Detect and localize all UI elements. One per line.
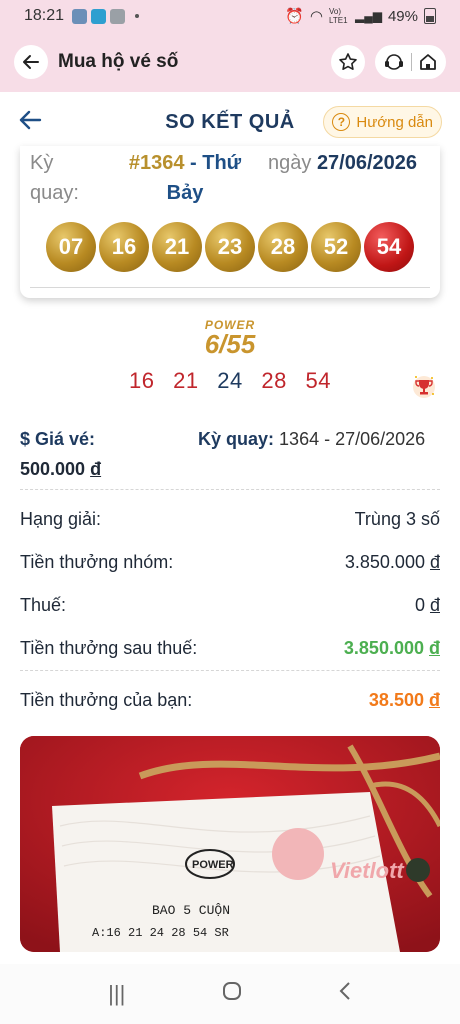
ticket-line-2: A:16 21 24 28 54 SR — [92, 926, 229, 940]
ticket-number-matched: 16 — [129, 368, 155, 393]
support-home-group — [375, 45, 446, 79]
ticket-number: 24 — [217, 368, 243, 393]
row-label: Tiền thưởng nhóm: — [20, 552, 174, 572]
back-nav-icon[interactable] — [338, 981, 352, 1007]
ticket-photo[interactable]: Vietlott POWER BAO 5 CUỘN A:16 21 24 28 … — [20, 736, 440, 952]
pill-divider — [411, 53, 412, 71]
row-label: Tiền thưởng của bạn: — [20, 690, 193, 710]
draw-result-card: Kỳ quay: #1364 - Thứ Bảy ngày 27/06/2026… — [20, 146, 440, 298]
help-label: Hướng dẫn — [356, 113, 433, 131]
draw-ref-value: 1364 - 27/06/2026 — [279, 429, 426, 449]
ticket-logo-text: POWER — [192, 859, 234, 871]
result-ball: 07 — [46, 222, 96, 272]
ticket-image: Vietlott POWER BAO 5 CUỘN A:16 21 24 28 … — [20, 736, 440, 952]
ticket-price: $ Giá vé: 500.000 đ — [20, 424, 101, 484]
trophy-icon — [413, 376, 435, 398]
ticket-number-matched: 54 — [305, 368, 331, 393]
chat-app-icon — [110, 8, 126, 24]
result-ball: 28 — [258, 222, 308, 272]
question-icon: ? — [332, 113, 351, 131]
group-prize-row: Tiền thưởng nhóm: 3.850.000 đ — [20, 541, 440, 584]
ticket-summary: $ Giá vé: 500.000 đ Kỳ quay: 1364 - 27/0… — [20, 418, 440, 490]
ticket-numbers: 16 21 24 28 54 — [0, 368, 460, 394]
battery-icon — [424, 8, 436, 24]
network-label: Vo) LTE1 — [329, 7, 348, 25]
notification-app-icon — [72, 8, 88, 24]
row-value: Trùng 3 số — [354, 509, 440, 529]
battery-percent: 49% — [387, 7, 418, 25]
row-unit: đ — [429, 638, 440, 658]
alarm-icon: ⏰ — [285, 8, 304, 25]
draw-ref-label: Kỳ quay: — [198, 429, 275, 449]
date-label: ngày — [268, 152, 312, 174]
row-unit: đ — [429, 552, 440, 572]
draw-number: #1364 — [128, 152, 185, 174]
prize-info: $ Giá vé: 500.000 đ Kỳ quay: 1364 - 27/0… — [20, 418, 440, 722]
app-title: Mua hộ vé số — [58, 51, 179, 72]
price-value: 500.000 — [20, 459, 86, 479]
home-nav-icon[interactable] — [222, 981, 242, 1007]
result-ball: 16 — [99, 222, 149, 272]
recent-apps-icon[interactable]: ||| — [108, 981, 125, 1007]
row-label: Tiền thưởng sau thuế: — [20, 638, 198, 658]
headset-icon[interactable] — [383, 52, 405, 72]
rows-divider — [20, 670, 440, 671]
circle-home-icon — [222, 982, 241, 1000]
result-ball: 23 — [205, 222, 255, 272]
wifi-icon: ◠ — [309, 8, 323, 25]
your-prize-value: 38.500 — [368, 690, 424, 710]
arrow-left-icon — [23, 55, 39, 69]
ticket-line-1: BAO 5 CUỘN — [152, 903, 230, 918]
draw-id: #1364 - Thứ Bảy — [110, 148, 260, 208]
result-ball: 21 — [152, 222, 202, 272]
ticket-number-matched: 21 — [173, 368, 199, 393]
signal-icon: ▂▄▆ — [355, 9, 382, 23]
help-button[interactable]: ? Hướng dẫn — [323, 106, 442, 138]
logo-main-text: 6/55 — [204, 329, 256, 359]
row-value: 0 — [414, 595, 425, 615]
arrow-left-icon — [19, 110, 42, 129]
favorite-button[interactable] — [331, 45, 365, 79]
star-icon — [339, 53, 357, 70]
status-bar: 18:21 ⏰ ◠ Vo) LTE1 ▂▄▆ 49% — [0, 0, 460, 32]
draw-date: ngày 27/06/2026 — [268, 148, 417, 178]
app-back-button[interactable] — [14, 45, 48, 79]
draw-info-row: Kỳ quay: #1364 - Thứ Bảy ngày 27/06/2026 — [30, 148, 430, 208]
prize-tier-row: Hạng giải: Trùng 3 số — [20, 498, 440, 541]
tax-row: Thuế: 0 đ — [20, 584, 440, 627]
row-value: 3.850.000 — [344, 552, 425, 572]
page-header: SO KẾT QUẢ ? Hướng dẫn — [0, 92, 460, 152]
ticket-brand-text: Vietlott — [330, 858, 405, 883]
draw-reference: Kỳ quay: 1364 - 27/06/2026 — [198, 424, 425, 454]
winning-balls: 07 16 21 23 28 52 54 — [46, 222, 414, 272]
system-nav-bar: ||| — [0, 964, 460, 1024]
price-label: $ Giá vé: — [20, 429, 96, 449]
special-ball: 54 — [364, 222, 414, 272]
power-655-logo: POWER 6/55 — [190, 318, 270, 359]
status-time: 18:21 — [24, 7, 65, 24]
row-label: Thuế: — [20, 595, 67, 615]
your-prize-unit: đ — [429, 690, 440, 710]
prize-rows: Hạng giải: Trùng 3 số Tiền thưởng nhóm: … — [20, 490, 440, 722]
page-back-button[interactable] — [18, 107, 48, 138]
more-notifications-icon — [135, 14, 140, 18]
chevron-left-icon — [339, 982, 350, 1000]
draw-label: Kỳ quay: — [30, 152, 79, 204]
card-divider — [30, 287, 430, 288]
date-value: 27/06/2026 — [316, 152, 418, 174]
app-bar: Mua hộ vé số — [0, 32, 460, 92]
result-ball: 52 — [311, 222, 361, 272]
row-value: 3.850.000 — [343, 638, 424, 658]
home-icon[interactable] — [418, 52, 438, 72]
your-prize-row: Tiền thưởng của bạn: 38.500 đ — [20, 679, 440, 722]
row-label: Hạng giải: — [20, 509, 102, 529]
row-unit: đ — [429, 595, 440, 615]
price-currency: đ — [90, 459, 102, 479]
after-tax-row: Tiền thưởng sau thuế: 3.850.000 đ — [20, 627, 440, 670]
check-app-icon — [91, 8, 107, 24]
ticket-number-matched: 28 — [261, 368, 287, 393]
